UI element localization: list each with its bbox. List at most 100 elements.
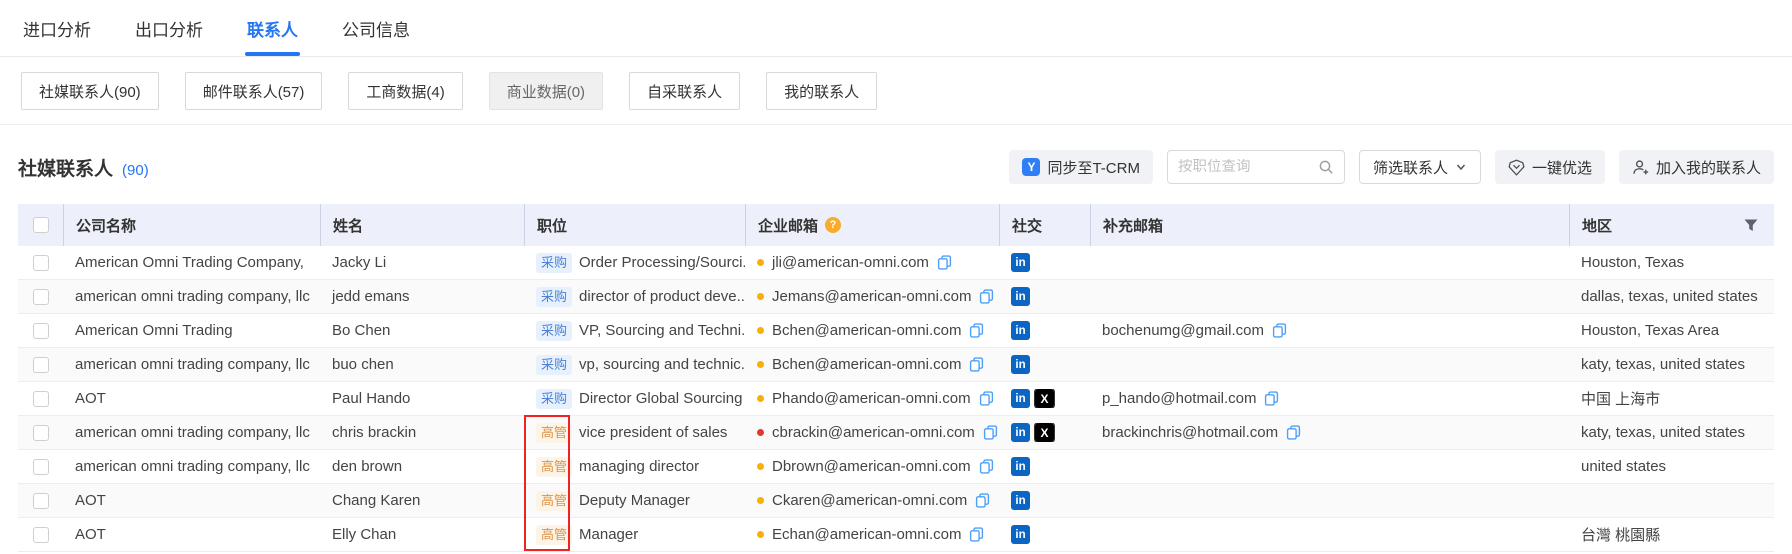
position-cell: 高管managing director <box>524 457 745 477</box>
position-cell: 采购Director Global Sourcing <box>524 389 745 409</box>
linkedin-icon[interactable]: in <box>1011 253 1030 272</box>
company-email[interactable]: Phando@american-omni.com <box>772 390 971 407</box>
contact-name-cell: den brown <box>320 458 524 475</box>
x-twitter-icon[interactable]: X <box>1035 423 1054 442</box>
company-email[interactable]: cbrackin@american-omni.com <box>772 424 975 441</box>
row-checkbox[interactable] <box>33 391 49 407</box>
row-checkbox[interactable] <box>33 255 49 271</box>
row-checkbox[interactable] <box>33 323 49 339</box>
copy-icon[interactable] <box>979 459 994 474</box>
col-position: 职位 <box>524 204 745 246</box>
x-twitter-icon[interactable]: X <box>1035 389 1054 408</box>
linkedin-icon[interactable]: in <box>1011 355 1030 374</box>
company-email[interactable]: jli@american-omni.com <box>772 254 929 271</box>
filter-chip-1[interactable]: 社媒联系人(90) <box>21 72 159 110</box>
copy-icon[interactable] <box>975 493 990 508</box>
table-body: American Omni Trading Company,Jacky Li采购… <box>18 246 1774 552</box>
chevron-down-icon <box>1455 161 1467 173</box>
row-checkbox[interactable] <box>33 493 49 509</box>
filter-chip-2[interactable]: 邮件联系人(57) <box>185 72 323 110</box>
tab-3[interactable]: 联系人 <box>247 0 298 56</box>
social-cell: in <box>999 457 1090 476</box>
extra-email[interactable]: p_hando@hotmail.com <box>1102 390 1256 407</box>
position-badge: 采购 <box>536 287 572 307</box>
email-status-dot <box>757 497 764 504</box>
row-checkbox[interactable] <box>33 289 49 305</box>
col-region: 地区 <box>1569 204 1774 246</box>
contact-name-cell: jedd emans <box>320 288 524 305</box>
copy-icon[interactable] <box>969 357 984 372</box>
position-badge: 高管 <box>536 491 572 511</box>
linkedin-icon[interactable]: in <box>1011 525 1030 544</box>
tab-1[interactable]: 进口分析 <box>23 0 91 56</box>
company-email[interactable]: Jemans@american-omni.com <box>772 288 971 305</box>
tcrm-logo-icon: Y <box>1022 158 1040 176</box>
contact-name-cell: chris brackin <box>320 424 524 441</box>
company-email[interactable]: Bchen@american-omni.com <box>772 356 961 373</box>
position-search-input[interactable] <box>1178 159 1312 175</box>
linkedin-icon[interactable]: in <box>1011 321 1030 340</box>
filter-chip-6[interactable]: 我的联系人 <box>766 72 877 110</box>
region-cell: katy, texas, united states <box>1569 356 1774 373</box>
extra-email-cell: brackinchris@hotmail.com <box>1090 424 1569 441</box>
email-status-dot <box>757 395 764 402</box>
company-name-cell: American Omni Trading Company, <box>63 254 320 271</box>
position-title: vice president of sales <box>579 424 727 441</box>
copy-icon[interactable] <box>983 425 998 440</box>
region-cell: Houston, Texas Area <box>1569 322 1774 339</box>
region-cell: 中国 上海市 <box>1569 388 1774 409</box>
company-email[interactable]: Ckaren@american-omni.com <box>772 492 967 509</box>
company-email-cell: Bchen@american-omni.com <box>745 356 999 373</box>
region-cell: Houston, Texas <box>1569 254 1774 271</box>
position-cell: 采购vp, sourcing and technic... <box>524 355 745 375</box>
question-circle-icon[interactable]: ? <box>825 217 841 233</box>
email-status-dot <box>757 361 764 368</box>
copy-icon[interactable] <box>1286 425 1301 440</box>
company-email[interactable]: Dbrown@american-omni.com <box>772 458 971 475</box>
copy-icon[interactable] <box>979 289 994 304</box>
linkedin-icon[interactable]: in <box>1011 491 1030 510</box>
copy-icon[interactable] <box>979 391 994 406</box>
one-click-optimize-button[interactable]: 一键优选 <box>1495 150 1605 184</box>
row-checkbox[interactable] <box>33 459 49 475</box>
position-title: managing director <box>579 458 699 475</box>
sync-tcrm-label: 同步至T-CRM <box>1047 157 1140 178</box>
copy-icon[interactable] <box>969 323 984 338</box>
linkedin-icon[interactable]: in <box>1011 423 1030 442</box>
extra-email[interactable]: bochenumg@gmail.com <box>1102 322 1264 339</box>
row-checkbox-cell <box>18 323 63 339</box>
filter-chip-3[interactable]: 工商数据(4) <box>348 72 462 110</box>
row-checkbox[interactable] <box>33 357 49 373</box>
linkedin-icon[interactable]: in <box>1011 457 1030 476</box>
col-company-email-label: 企业邮箱 <box>758 215 818 236</box>
extra-email[interactable]: brackinchris@hotmail.com <box>1102 424 1278 441</box>
tab-2[interactable]: 出口分析 <box>135 0 203 56</box>
filter-contacts-dropdown[interactable]: 筛选联系人 <box>1359 150 1481 184</box>
row-checkbox[interactable] <box>33 425 49 441</box>
funnel-filter-icon[interactable] <box>1744 219 1758 232</box>
table-row: American Omni TradingBo Chen采购VP, Sourci… <box>18 314 1774 348</box>
row-checkbox[interactable] <box>33 527 49 543</box>
region-cell: 台灣 桃園縣 <box>1569 524 1774 545</box>
search-icon[interactable] <box>1318 159 1334 175</box>
social-cell: in X <box>999 423 1090 442</box>
filter-chip-4[interactable]: 商业数据(0) <box>489 72 603 110</box>
add-to-my-contacts-button[interactable]: 加入我的联系人 <box>1619 150 1774 184</box>
tab-4[interactable]: 公司信息 <box>342 0 410 56</box>
company-email[interactable]: Echan@american-omni.com <box>772 526 961 543</box>
copy-icon[interactable] <box>937 255 952 270</box>
linkedin-icon[interactable]: in <box>1011 389 1030 408</box>
header-checkbox-cell <box>18 204 63 246</box>
position-badge: 采购 <box>536 355 572 375</box>
company-name-cell: american omni trading company, llc <box>63 458 320 475</box>
page-title: 社媒联系人 <box>18 154 113 181</box>
sync-tcrm-button[interactable]: Y 同步至T-CRM <box>1009 150 1153 184</box>
filter-chip-5[interactable]: 自采联系人 <box>629 72 740 110</box>
copy-icon[interactable] <box>1272 323 1287 338</box>
select-all-checkbox[interactable] <box>33 217 49 233</box>
copy-icon[interactable] <box>969 527 984 542</box>
company-name-cell: American Omni Trading <box>63 322 320 339</box>
linkedin-icon[interactable]: in <box>1011 287 1030 306</box>
copy-icon[interactable] <box>1264 391 1279 406</box>
company-email[interactable]: Bchen@american-omni.com <box>772 322 961 339</box>
